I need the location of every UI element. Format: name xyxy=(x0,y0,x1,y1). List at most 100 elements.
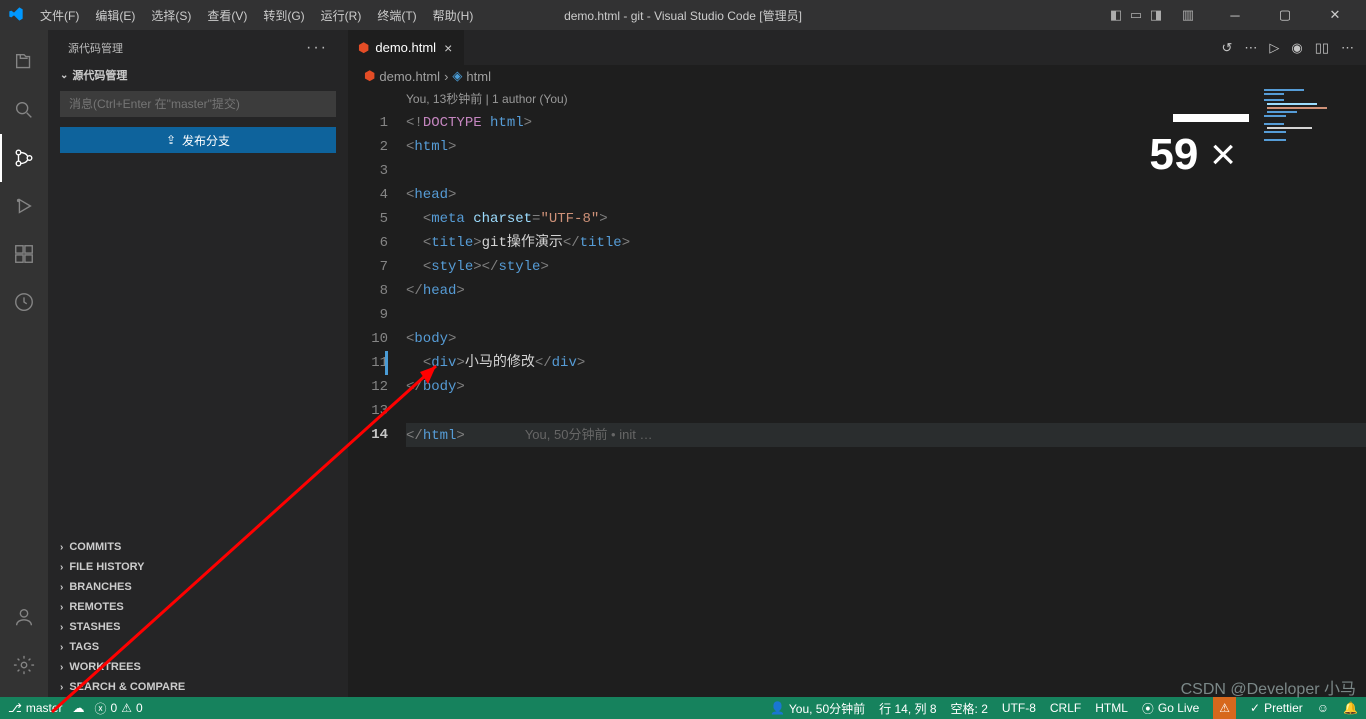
activity-bar xyxy=(0,30,48,697)
tab-demo-html[interactable]: ⬢ demo.html × xyxy=(348,30,465,65)
code-content[interactable]: You, 13秒钟前 | 1 author (You) <!DOCTYPE ht… xyxy=(406,87,1366,697)
activity-extensions[interactable] xyxy=(0,230,48,278)
code-editor[interactable]: 1 2 3 4 5 6 7 8 9 10 11 12 13 14 You, 13… xyxy=(348,87,1366,697)
editor-more-icon[interactable]: ⋯ xyxy=(1341,40,1354,56)
section-stashes[interactable]: ›STASHES xyxy=(48,617,348,637)
status-bar: ⎇ master ☁ ⓧ0 ⚠0 👤 You, 50分钟前 行 14, 列 8 … xyxy=(0,697,1366,719)
sidebar-header: 源代码管理 ··· xyxy=(48,30,348,65)
activity-account[interactable] xyxy=(0,593,48,641)
chevron-down-icon: ⌄ xyxy=(60,70,68,81)
menu-view[interactable]: 查看(V) xyxy=(199,3,255,28)
html5-icon: ⬢ xyxy=(358,40,369,56)
window-title: demo.html - git - Visual Studio Code [管理… xyxy=(564,7,802,24)
status-encoding[interactable]: UTF-8 xyxy=(1002,701,1036,715)
section-commits[interactable]: ›COMMITS xyxy=(48,537,348,557)
activity-debug[interactable] xyxy=(0,182,48,230)
commit-message-input[interactable] xyxy=(60,91,336,117)
minimap[interactable] xyxy=(1262,87,1352,157)
section-file-history[interactable]: ›FILE HISTORY xyxy=(48,557,348,577)
section-remotes[interactable]: ›REMOTES xyxy=(48,597,348,617)
cloud-upload-icon: ⇪ xyxy=(166,133,176,147)
layout-controls: ◧ ▭ ◨ ▥ xyxy=(1108,7,1196,23)
menu-bar: 文件(F) 编辑(E) 选择(S) 查看(V) 转到(G) 运行(R) 终端(T… xyxy=(32,3,481,28)
status-prettier[interactable]: ✓ Prettier xyxy=(1250,701,1303,715)
breadcrumb[interactable]: ⬢ demo.html › ◈ html xyxy=(348,65,1366,87)
sidebar: 源代码管理 ··· ⌄ 源代码管理 ⇪ 发布分支 ›COMMITS ›FILE … xyxy=(48,30,348,697)
section-worktrees[interactable]: ›WORKTREES xyxy=(48,657,348,677)
layout-sidebar-left-icon[interactable]: ◧ xyxy=(1108,7,1124,23)
person-icon: 👤 xyxy=(770,701,785,715)
chevron-right-icon: › xyxy=(60,602,63,613)
error-icon: ⓧ xyxy=(95,700,107,717)
status-sync[interactable]: ☁ xyxy=(73,701,85,715)
close-button[interactable]: ✕ xyxy=(1312,0,1358,30)
check-icon: ✓ xyxy=(1250,701,1260,715)
run-icon[interactable]: ▷ xyxy=(1269,40,1279,56)
status-branch[interactable]: ⎇ master xyxy=(8,701,63,715)
warning-icon: ⚠ xyxy=(1219,701,1230,715)
activity-search[interactable] xyxy=(0,86,48,134)
sidebar-more-icon[interactable]: ··· xyxy=(306,39,328,57)
status-golive[interactable]: ⦿ Go Live xyxy=(1142,700,1199,717)
chevron-right-icon: › xyxy=(60,662,63,673)
publish-branch-button[interactable]: ⇪ 发布分支 xyxy=(60,127,336,153)
debug-icon[interactable]: ◉ xyxy=(1291,40,1302,56)
status-feedback[interactable]: ☺ xyxy=(1317,701,1329,715)
close-tab-icon[interactable]: × xyxy=(442,40,454,56)
symbol-icon: ◈ xyxy=(452,68,462,84)
titlebar: 文件(F) 编辑(E) 选择(S) 查看(V) 转到(G) 运行(R) 终端(T… xyxy=(0,0,1366,30)
chevron-right-icon: › xyxy=(60,622,63,633)
sidebar-title: 源代码管理 xyxy=(68,40,123,56)
feedback-icon: ☺ xyxy=(1317,701,1329,715)
compare-changes-icon[interactable]: ↺ xyxy=(1221,40,1232,56)
section-tags[interactable]: ›TAGS xyxy=(48,637,348,657)
menu-help[interactable]: 帮助(H) xyxy=(425,3,482,28)
status-problems[interactable]: ⓧ0 ⚠0 xyxy=(95,700,143,717)
git-branch-icon: ⎇ xyxy=(8,701,22,715)
split-editor-icon[interactable]: ▯▯ xyxy=(1315,40,1329,56)
chevron-right-icon: › xyxy=(60,642,63,653)
activity-scm[interactable] xyxy=(0,134,48,182)
layout-panel-icon[interactable]: ▭ xyxy=(1128,7,1144,23)
status-eol[interactable]: CRLF xyxy=(1050,701,1081,715)
chevron-right-icon: › xyxy=(60,562,63,573)
status-notifications[interactable]: 🔔 xyxy=(1343,701,1358,715)
layout-sidebar-right-icon[interactable]: ◨ xyxy=(1148,7,1164,23)
chevron-right-icon: › xyxy=(60,682,63,693)
menu-file[interactable]: 文件(F) xyxy=(32,3,87,28)
status-language[interactable]: HTML xyxy=(1095,701,1128,715)
git-blame-annotation: You, 50分钟前 • init … xyxy=(525,427,653,442)
broadcast-icon: ⦿ xyxy=(1142,700,1154,717)
editor-area: ⬢ demo.html × ↺ ⋯ ▷ ◉ ▯▯ ⋯ ⬢ demo.html ›… xyxy=(348,30,1366,697)
tab-label: demo.html xyxy=(375,40,436,55)
more-actions-icon[interactable]: ⋯ xyxy=(1244,40,1257,56)
status-indentation[interactable]: 空格: 2 xyxy=(951,700,988,717)
tab-bar: ⬢ demo.html × ↺ ⋯ ▷ ◉ ▯▯ ⋯ xyxy=(348,30,1366,65)
menu-terminal[interactable]: 终端(T) xyxy=(369,3,424,28)
chevron-right-icon: › xyxy=(60,582,63,593)
menu-run[interactable]: 运行(R) xyxy=(313,3,370,28)
codelens[interactable]: You, 13秒钟前 | 1 author (You) xyxy=(406,87,1366,111)
vscode-logo-icon xyxy=(8,6,32,25)
bell-icon: 🔔 xyxy=(1343,701,1358,715)
minimize-button[interactable]: ─ xyxy=(1212,0,1258,30)
activity-gitlens[interactable] xyxy=(0,278,48,326)
scm-section-header[interactable]: ⌄ 源代码管理 xyxy=(48,65,348,85)
menu-selection[interactable]: 选择(S) xyxy=(143,3,199,28)
maximize-button[interactable]: ▢ xyxy=(1262,0,1308,30)
layout-customize-icon[interactable]: ▥ xyxy=(1180,7,1196,23)
chevron-right-icon: › xyxy=(60,542,63,553)
status-cursor-position[interactable]: 行 14, 列 8 xyxy=(879,700,936,717)
status-blame[interactable]: 👤 You, 50分钟前 xyxy=(770,700,865,717)
cloud-icon: ☁ xyxy=(73,701,85,715)
warning-icon: ⚠ xyxy=(121,701,132,715)
section-branches[interactable]: ›BRANCHES xyxy=(48,577,348,597)
activity-explorer[interactable] xyxy=(0,38,48,86)
html5-icon: ⬢ xyxy=(364,68,375,84)
section-search-compare[interactable]: ›SEARCH & COMPARE xyxy=(48,677,348,697)
menu-edit[interactable]: 编辑(E) xyxy=(87,3,143,28)
line-number-gutter: 1 2 3 4 5 6 7 8 9 10 11 12 13 14 xyxy=(348,87,406,697)
status-extension-warning[interactable]: ⚠ xyxy=(1213,697,1236,719)
activity-settings[interactable] xyxy=(0,641,48,689)
menu-go[interactable]: 转到(G) xyxy=(255,3,312,28)
